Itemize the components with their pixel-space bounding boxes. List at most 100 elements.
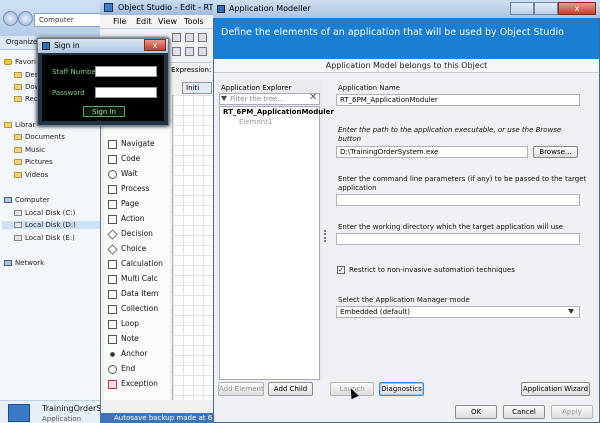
toolbar-icon[interactable] bbox=[198, 47, 207, 56]
palette-decision[interactable]: Decision bbox=[107, 228, 153, 240]
nav-drive-c[interactable]: Local Disk (C:) bbox=[14, 209, 75, 217]
address-bar[interactable]: Computer bbox=[34, 13, 110, 27]
file-type: Application bbox=[42, 415, 82, 423]
app-name-input[interactable]: RT_6PM_ApplicationModuler bbox=[336, 94, 580, 106]
application-icon bbox=[8, 404, 30, 422]
cmd-params-label-line1: Enter the command line parameters (if an… bbox=[338, 175, 587, 183]
add-child-button[interactable]: Add Child bbox=[268, 382, 313, 396]
object-studio-title: Object Studio - Edit - RT_6P bbox=[100, 0, 213, 15]
nav-libraries[interactable]: Librar bbox=[4, 121, 35, 129]
menu-file[interactable]: File bbox=[113, 17, 126, 26]
minimize-button[interactable] bbox=[510, 2, 534, 15]
drive-icon bbox=[14, 235, 22, 241]
palette-code[interactable]: Code bbox=[108, 154, 140, 164]
staff-number-input[interactable] bbox=[95, 66, 157, 77]
path-label-line2: button bbox=[338, 135, 362, 143]
menu-view[interactable]: View bbox=[158, 17, 177, 26]
nav-pictures[interactable]: Pictures bbox=[14, 158, 53, 166]
nav-favorites[interactable]: Favori bbox=[4, 58, 36, 66]
nav-recent[interactable]: Rec bbox=[14, 95, 38, 103]
menu-edit[interactable]: Edit bbox=[136, 17, 152, 26]
maximize-button[interactable] bbox=[534, 2, 558, 15]
palette-loop[interactable]: Loop bbox=[108, 319, 139, 329]
mode-select[interactable]: Embedded (default) bbox=[336, 306, 580, 318]
ok-button[interactable]: OK bbox=[455, 405, 497, 419]
tree-child-node[interactable]: Element1 bbox=[239, 118, 272, 126]
toolbar-icon[interactable] bbox=[185, 33, 194, 42]
nav-music[interactable]: Music bbox=[14, 146, 45, 154]
toolbar-icon[interactable] bbox=[172, 47, 181, 56]
documents-icon bbox=[14, 134, 22, 140]
palette-page[interactable]: Page bbox=[108, 199, 139, 209]
choice-icon bbox=[107, 243, 118, 255]
object-studio-icon bbox=[104, 3, 113, 12]
folder-icon bbox=[14, 96, 22, 102]
element-tree[interactable] bbox=[219, 106, 320, 380]
palette-calculation[interactable]: Calculation bbox=[108, 259, 163, 269]
folder-icon bbox=[14, 72, 22, 78]
cmd-params-label-line2: application bbox=[338, 184, 377, 192]
palette-anchor[interactable]: Anchor bbox=[108, 349, 147, 358]
restrict-checkbox[interactable]: ✓ bbox=[337, 266, 345, 274]
data-item-icon bbox=[108, 289, 117, 299]
page-icon bbox=[108, 199, 117, 209]
staff-number-label: Staff Number bbox=[52, 68, 99, 76]
signin-button[interactable]: Sign In bbox=[83, 106, 125, 117]
back-icon[interactable] bbox=[3, 11, 18, 26]
nav-drive-d[interactable]: Local Disk (D:) bbox=[2, 221, 102, 229]
add-element-button[interactable]: Add Element bbox=[218, 382, 264, 396]
toolbar-icon[interactable] bbox=[198, 33, 207, 42]
palette-end[interactable]: End bbox=[108, 364, 135, 374]
palette-multi-calc[interactable]: Multi Calc bbox=[108, 274, 158, 284]
password-label: Password bbox=[52, 89, 85, 97]
palette-wait[interactable]: Wait bbox=[108, 169, 138, 179]
apply-button[interactable]: Apply bbox=[551, 405, 593, 419]
diagram-canvas[interactable] bbox=[172, 95, 213, 400]
browse-button[interactable]: Browse... bbox=[533, 146, 578, 158]
cmd-params-input[interactable] bbox=[336, 194, 580, 206]
end-icon bbox=[108, 364, 117, 374]
filter-input[interactable]: Filter the tree... bbox=[219, 93, 320, 105]
tab-initialise[interactable]: Initi bbox=[182, 82, 212, 94]
nav-network[interactable]: Network bbox=[4, 259, 44, 267]
palette-action[interactable]: Action bbox=[108, 214, 145, 224]
signin-close-button[interactable]: x bbox=[144, 39, 166, 51]
nav-documents[interactable]: Documents bbox=[14, 133, 65, 141]
path-label-line1: Enter the path to the application execut… bbox=[338, 126, 562, 134]
clear-filter-icon[interactable]: ✕ bbox=[309, 92, 317, 103]
palette-exception[interactable]: Exception bbox=[108, 379, 158, 389]
splitter-handle[interactable] bbox=[324, 230, 327, 242]
modeller-subtitle: Application Model belongs to this Object bbox=[214, 59, 599, 73]
modeller-close-button[interactable]: x bbox=[558, 2, 596, 15]
palette-collection[interactable]: Collection bbox=[108, 304, 158, 314]
palette-choice[interactable]: Choice bbox=[107, 243, 146, 255]
palette-process[interactable]: Process bbox=[108, 184, 149, 194]
forward-icon[interactable] bbox=[18, 11, 33, 26]
modeller-banner: Define the elements of an application th… bbox=[214, 18, 599, 59]
videos-icon bbox=[14, 172, 22, 178]
toolbar-icon[interactable] bbox=[185, 47, 194, 56]
exception-icon bbox=[108, 379, 117, 389]
menu-tools[interactable]: Tools bbox=[184, 17, 204, 26]
organize-menu[interactable]: Organize bbox=[6, 38, 37, 46]
application-wizard-button[interactable]: Application Wizard bbox=[521, 382, 590, 396]
process-icon bbox=[108, 184, 117, 194]
diagnostics-button[interactable]: Diagnostics bbox=[379, 382, 424, 396]
palette-data-item[interactable]: Data Item bbox=[108, 289, 158, 299]
path-input[interactable]: D:\TrainingOrderSystem.exe bbox=[336, 146, 528, 158]
expression-label: Expression: bbox=[171, 66, 212, 74]
navigate-icon bbox=[108, 139, 117, 149]
nav-drive-e[interactable]: Local Disk (E:) bbox=[14, 234, 75, 242]
palette-note[interactable]: Note bbox=[108, 334, 139, 344]
cancel-button[interactable]: Cancel bbox=[503, 405, 545, 419]
workdir-input[interactable] bbox=[336, 233, 580, 245]
calculation-icon bbox=[108, 259, 117, 269]
network-icon bbox=[4, 260, 12, 266]
tree-root-node[interactable]: RT_6PM_ApplicationModuler bbox=[223, 108, 334, 116]
nav-videos[interactable]: Videos bbox=[14, 171, 48, 179]
workdir-label: Enter the working directory which the ta… bbox=[338, 223, 564, 231]
password-input[interactable] bbox=[95, 87, 157, 98]
palette-navigate[interactable]: Navigate bbox=[108, 139, 155, 149]
toolbar-icon[interactable] bbox=[172, 33, 181, 42]
nav-computer[interactable]: Computer bbox=[4, 196, 50, 204]
